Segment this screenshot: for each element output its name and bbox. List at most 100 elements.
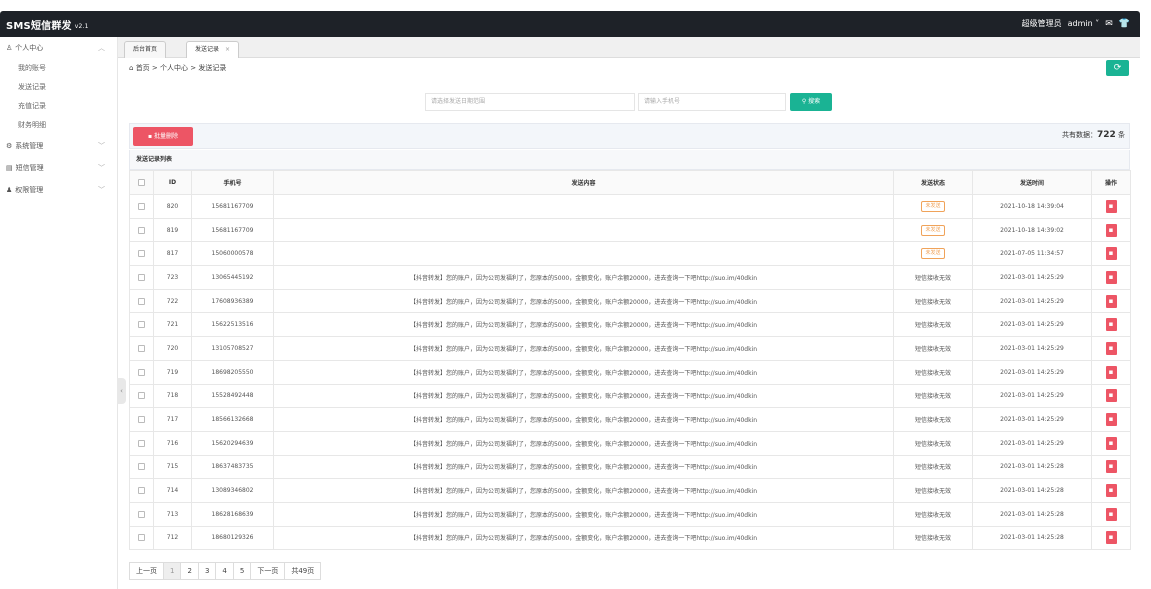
delete-button[interactable]: ▪ [1105, 365, 1117, 379]
row-checkbox[interactable] [138, 368, 145, 376]
date-range-input[interactable]: 请选择发送日期范围 [425, 93, 635, 111]
sidebar-item[interactable]: 财务明细 [0, 116, 117, 135]
row-checkbox[interactable] [138, 487, 145, 495]
row-checkbox[interactable] [138, 463, 145, 471]
delete-button[interactable]: ▪ [1105, 460, 1117, 474]
sidebar-item[interactable]: 我的账号 [0, 59, 117, 78]
delete-button[interactable]: ▪ [1105, 484, 1117, 498]
refresh-button[interactable]: ⟳ [1106, 60, 1129, 76]
column-header-time: 发送时间 [972, 170, 1092, 195]
sidebar-group[interactable]: ♟ 权限管理 ﹀ [0, 179, 117, 201]
brand-logo[interactable]: SMS短信群发 v2.1 [6, 17, 89, 32]
delete-button[interactable]: ▪ [1105, 294, 1117, 308]
row-checkbox[interactable] [138, 416, 145, 424]
trash-icon: ▪ [1108, 225, 1114, 234]
chevron-down-icon: ﹀ [98, 142, 105, 150]
content-cell: 【抖音转发】您的账户，因为公司发福利了，您原本的5000，金额变化，账户余额20… [273, 454, 894, 480]
close-icon[interactable]: × [225, 46, 230, 53]
table-row: 718 15528492448 【抖音转发】您的账户，因为公司发福利了，您原本的50… [129, 383, 1131, 409]
sidebar-group[interactable]: ⚙ 系统管理 ﹀ [0, 135, 117, 157]
select-all-checkbox[interactable] [138, 179, 145, 186]
phone-cell: 15528492448 [191, 383, 274, 409]
sidebar-group-label: 系统管理 [15, 142, 44, 150]
trash-icon: ▪ [1108, 296, 1114, 305]
row-checkbox[interactable] [138, 439, 145, 447]
page-button[interactable]: 3 [199, 563, 217, 579]
status-cell: 短信接收无效 [893, 359, 973, 385]
tab-send-records[interactable]: 发送记录 × [186, 41, 240, 58]
id-cell: 723 [153, 265, 192, 290]
delete-button[interactable]: ▪ [1105, 318, 1117, 332]
delete-button[interactable]: ▪ [1105, 507, 1117, 521]
status-text: 短信接收无效 [914, 535, 951, 543]
phone-search-input[interactable]: 请输入手机号 [638, 93, 786, 111]
delete-button[interactable]: ▪ [1105, 223, 1117, 237]
mail-icon[interactable]: ✉ [1105, 19, 1113, 29]
row-checkbox[interactable] [138, 534, 145, 542]
username-dropdown[interactable]: admin ˅ [1068, 19, 1100, 28]
search-button-label: 搜索 [808, 98, 821, 105]
sidebar-group-label: 短信管理 [15, 164, 44, 172]
action-cell: ▪ [1091, 241, 1131, 267]
username: admin [1067, 19, 1093, 28]
batch-delete-button[interactable]: ▪ 批量删除 [133, 127, 193, 146]
status-cell: 短信接收无效 [893, 265, 973, 290]
trash-icon: ▪ [1108, 438, 1114, 447]
row-checkbox[interactable] [138, 202, 145, 210]
content-cell: 【抖音转发】您的账户，因为公司发福利了，您原本的5000，金额变化，账户余额20… [273, 407, 894, 432]
row-checkbox[interactable] [138, 226, 145, 234]
delete-button[interactable]: ▪ [1105, 413, 1117, 427]
sidebar-group[interactable]: ♙ 个人中心 ︿ [0, 37, 117, 59]
row-checkbox[interactable] [138, 297, 145, 305]
sidebar-group[interactable]: ▤ 短信管理 ﹀ [0, 157, 117, 179]
page-button[interactable]: 1 [164, 563, 182, 579]
table-row: 719 18698205550 【抖音转发】您的账户，因为公司发福利了，您原本的50… [129, 359, 1131, 385]
next-page-button[interactable]: 下一页 [251, 563, 286, 579]
shirt-icon[interactable]: 👕 [1119, 19, 1130, 29]
trash-icon: ▪ [1108, 343, 1114, 352]
breadcrumb-personal[interactable]: 个人中心 [160, 64, 188, 72]
delete-button[interactable]: ▪ [1105, 531, 1117, 545]
content-cell: 【抖音转发】您的账户，因为公司发福利了，您原本的5000，金额变化，账户余额20… [273, 312, 894, 338]
id-cell: 714 [153, 478, 192, 503]
select-cell [129, 194, 154, 219]
phone-cell: 18566132668 [191, 407, 274, 432]
search-button[interactable]: ⚲ 搜索 [790, 93, 832, 111]
table-row: 819 15681167709 未发送 2021-10-18 14:39:02 ▪ [129, 217, 1131, 243]
sidebar-item[interactable]: 充值记录 [0, 97, 117, 116]
tab-home[interactable]: 后台首页 [124, 41, 167, 58]
row-checkbox[interactable] [138, 321, 145, 329]
trash-icon: ▪ [1108, 509, 1114, 518]
sidebar-item[interactable]: 发送记录 [0, 78, 117, 97]
row-checkbox[interactable] [138, 510, 145, 518]
breadcrumb-home[interactable]: 首页 [136, 64, 150, 72]
delete-button[interactable]: ▪ [1105, 436, 1117, 450]
table-row: 714 13089346802 【抖音转发】您的账户，因为公司发福利了，您原本的50… [129, 478, 1131, 503]
delete-button[interactable]: ▪ [1105, 389, 1117, 403]
page-button[interactable]: 4 [216, 563, 234, 579]
delete-button[interactable]: ▪ [1105, 199, 1117, 213]
row-checkbox[interactable] [138, 392, 145, 400]
sidebar-group-label: 权限管理 [15, 186, 44, 194]
column-header-id[interactable]: ID [153, 170, 192, 195]
delete-button[interactable]: ▪ [1105, 341, 1117, 355]
row-checkbox[interactable] [138, 273, 145, 281]
status-badge: 未发送 [921, 224, 945, 236]
prev-page-button[interactable]: 上一页 [130, 563, 164, 579]
row-checkbox[interactable] [138, 344, 145, 352]
page-button[interactable]: 5 [234, 563, 252, 579]
delete-button[interactable]: ▪ [1105, 270, 1117, 284]
id-cell: 713 [153, 501, 192, 527]
delete-button[interactable]: ▪ [1105, 247, 1117, 261]
table-header-row: ID 手机号 发送内容 发送状态 发送时间 操作 [129, 170, 1131, 195]
id-cell: 716 [153, 430, 192, 456]
select-cell [129, 265, 154, 290]
sidebar-collapse-handle[interactable]: ‹ [117, 378, 126, 404]
status-cell: 短信接收无效 [893, 501, 973, 527]
row-checkbox[interactable] [138, 250, 145, 258]
select-cell [129, 383, 154, 409]
select-cell [129, 501, 154, 527]
status-text: 短信接收无效 [914, 369, 951, 377]
select-cell [129, 478, 154, 503]
page-button[interactable]: 2 [181, 563, 199, 579]
